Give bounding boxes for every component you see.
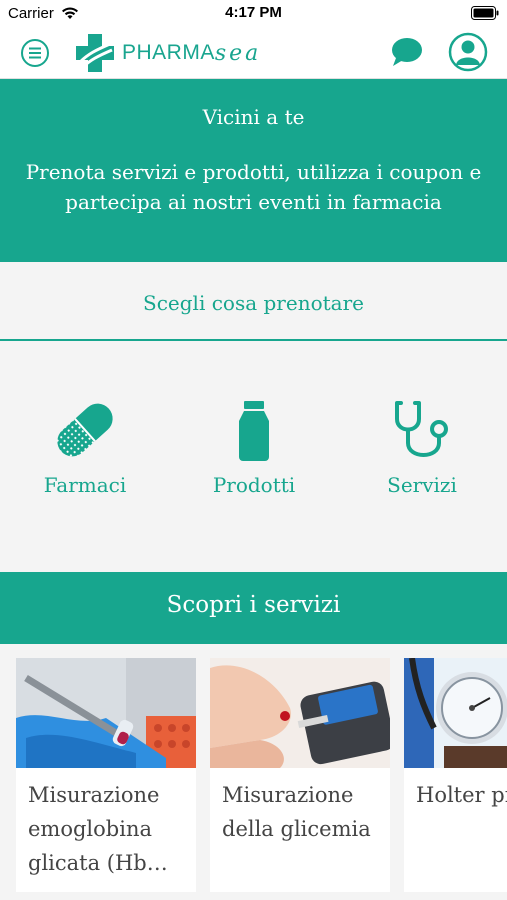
profile-icon[interactable] xyxy=(448,32,488,72)
services-banner: Scopri i servizi xyxy=(0,572,507,644)
service-card[interactable]: Holter pressori xyxy=(404,658,507,892)
service-card-title: Misurazione emoglobina glicata (Hb… xyxy=(28,783,168,875)
choose-header: Scegli cosa prenotare xyxy=(0,263,507,341)
services-carousel[interactable]: Misurazione emoglobina glicata (Hb… Misu… xyxy=(0,658,507,900)
bottle-icon xyxy=(239,401,269,461)
category-servizi[interactable]: Servizi xyxy=(352,395,492,497)
clock: 4:17 PM xyxy=(225,4,282,21)
chat-icon[interactable] xyxy=(390,36,424,68)
nav-bar: PHARMA sea xyxy=(0,28,507,79)
hero-title: Vicini a te xyxy=(202,105,305,129)
logo-script: sea xyxy=(214,40,262,66)
service-card-title: Misurazione della glicemia xyxy=(222,783,371,841)
pill-icon xyxy=(57,403,113,457)
category-label: Farmaci xyxy=(43,473,127,497)
service-card-title: Holter pressori xyxy=(416,783,507,807)
logo-cross-icon xyxy=(76,34,114,72)
hero-section: Vicini a te Prenota servizi e prodotti, … xyxy=(0,79,507,262)
status-bar: Carrier 4:17 PM xyxy=(0,0,507,28)
hba1c-test-image xyxy=(16,658,196,768)
category-label: Servizi xyxy=(387,473,457,497)
category-prodotti[interactable]: Prodotti xyxy=(184,395,324,497)
category-label: Prodotti xyxy=(212,473,296,497)
logo-text: PHARMA xyxy=(122,41,215,64)
blood-pressure-image xyxy=(404,658,507,768)
services-banner-label: Scopri i servizi xyxy=(166,592,341,618)
battery-icon xyxy=(471,6,499,20)
menu-icon[interactable] xyxy=(20,38,50,68)
category-farmaci[interactable]: Farmaci xyxy=(15,395,155,497)
service-card[interactable]: Misurazione della glicemia xyxy=(210,658,390,892)
hero-subtitle: Prenota servizi e prodotti, utilizza i c… xyxy=(25,160,482,214)
choose-label: Scegli cosa prenotare xyxy=(143,291,364,315)
service-card[interactable]: Misurazione emoglobina glicata (Hb… xyxy=(16,658,196,892)
pharmasea-logo[interactable]: PHARMA sea xyxy=(74,32,261,74)
stethoscope-icon xyxy=(395,401,448,457)
glucose-meter-image xyxy=(210,658,390,768)
